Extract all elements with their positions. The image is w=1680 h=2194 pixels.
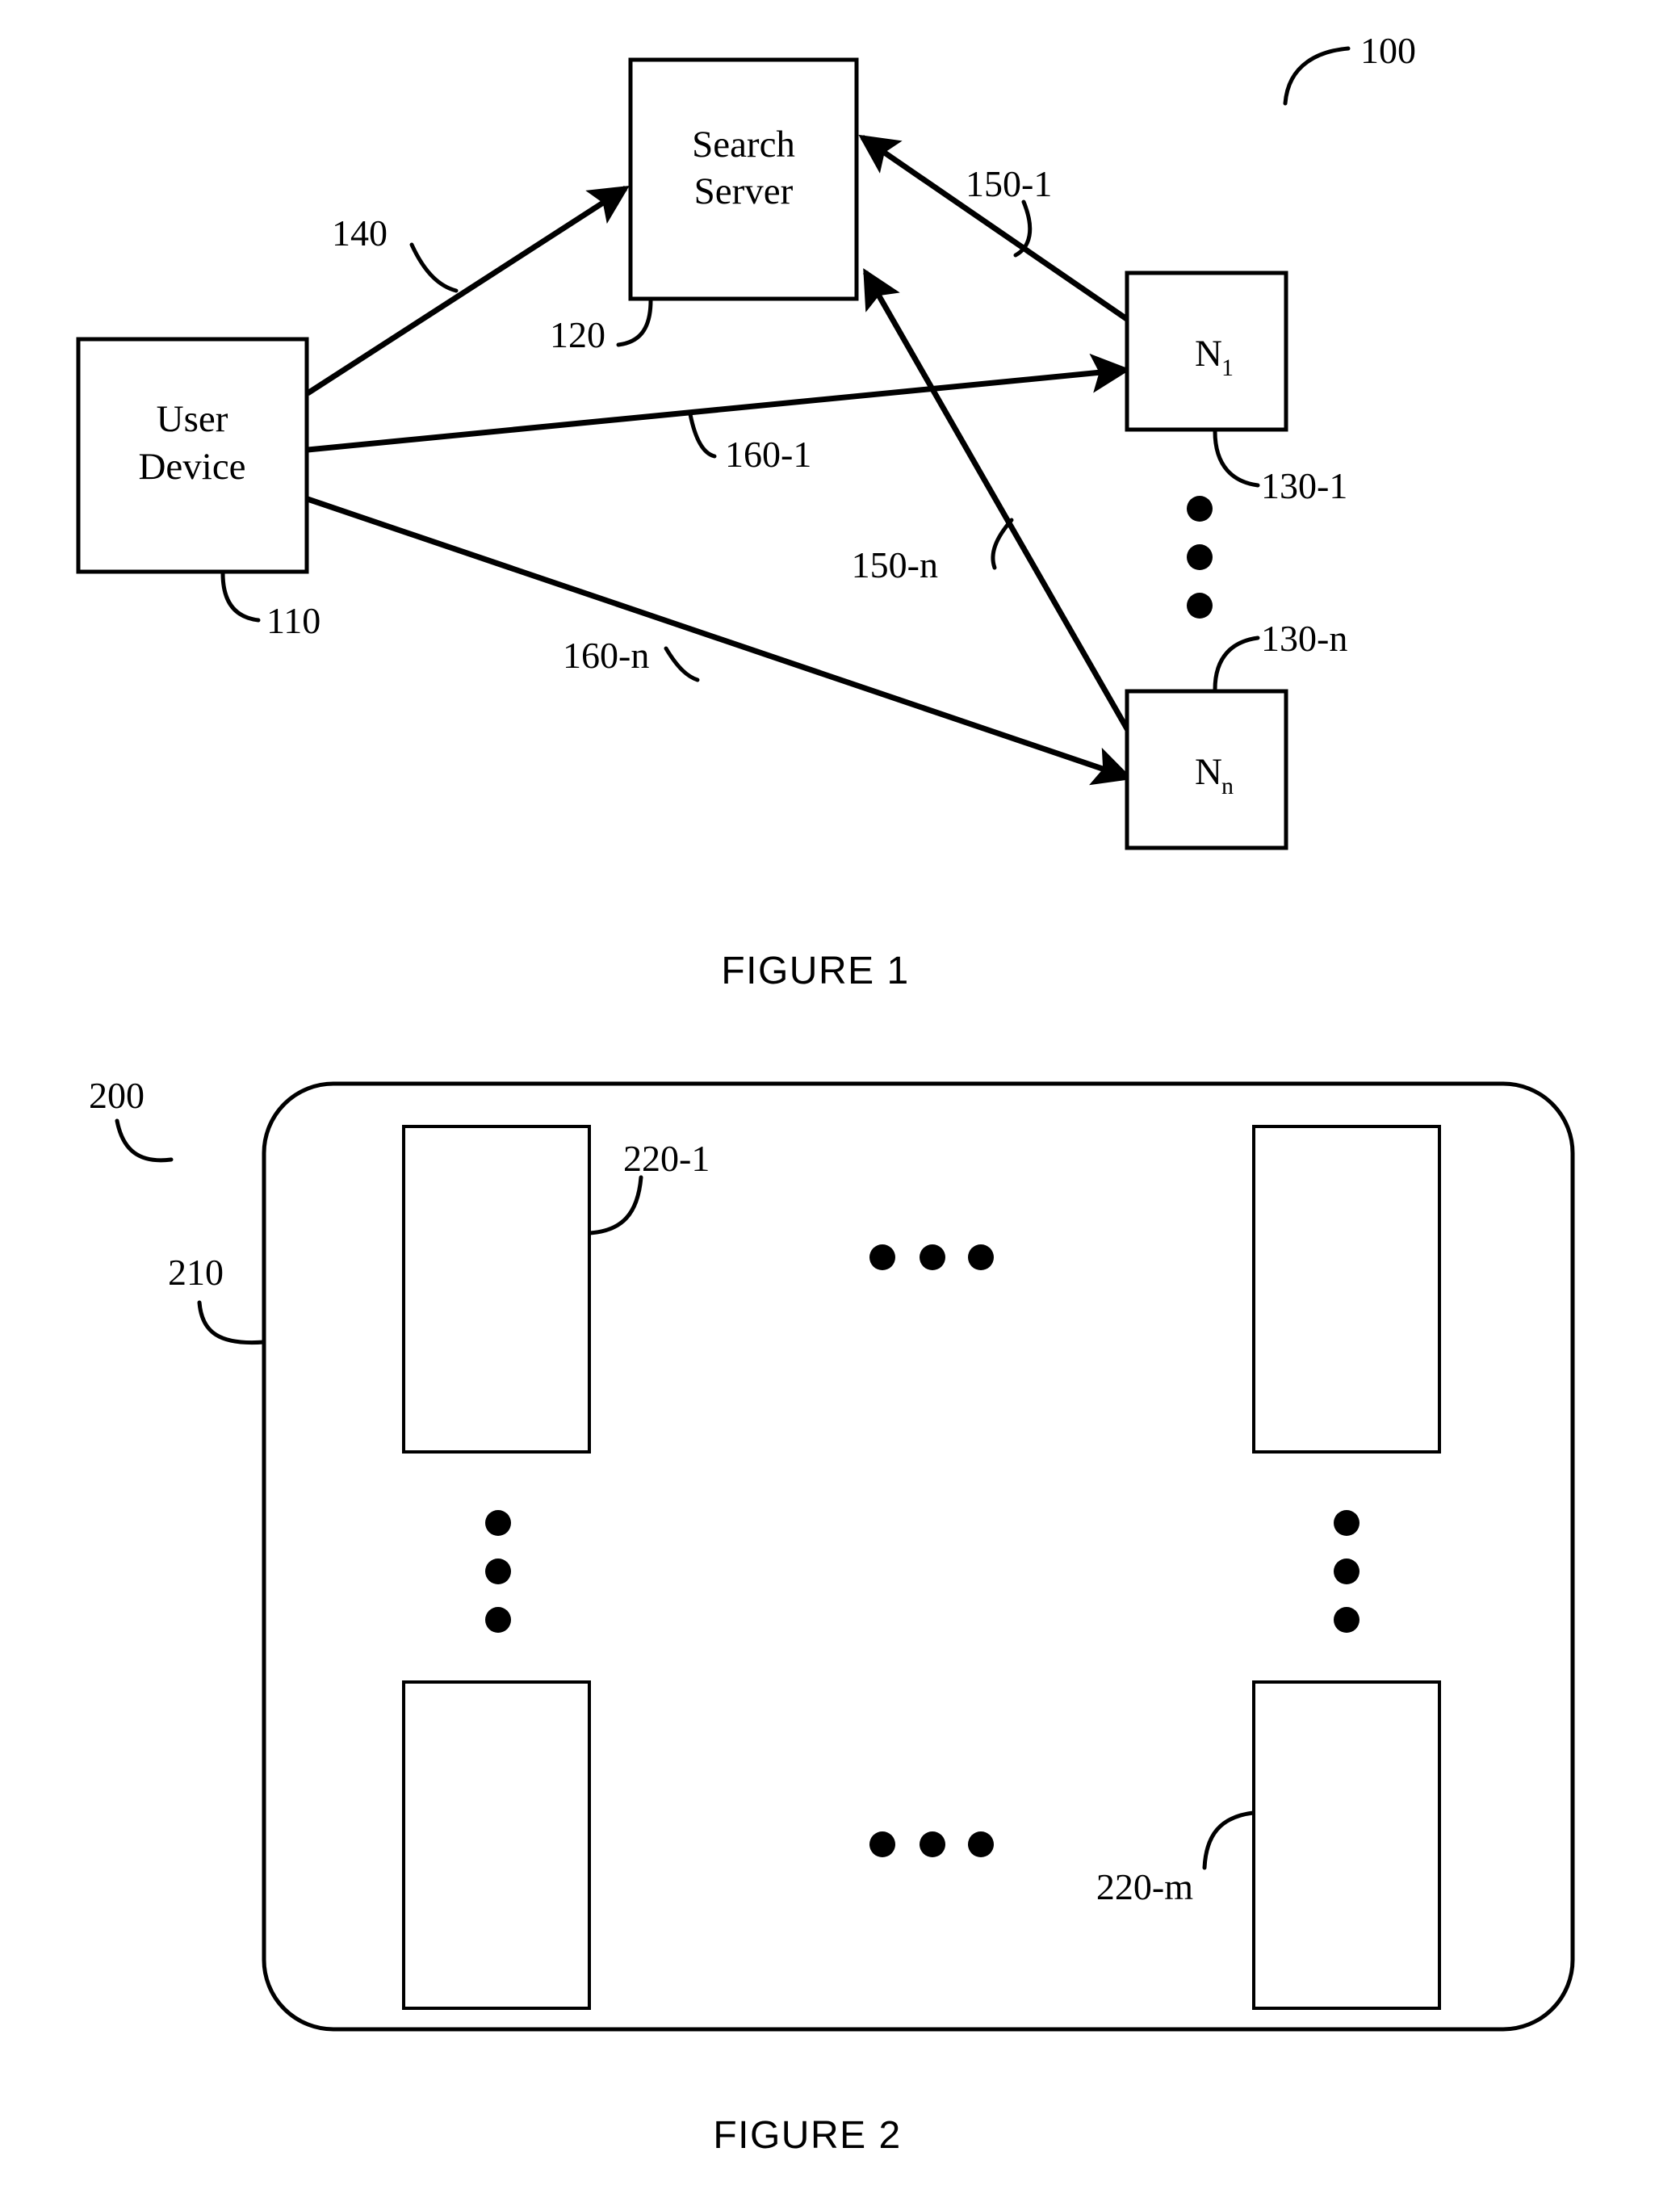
ref-140-label: 140 <box>332 212 388 254</box>
module-bottom-left-box <box>402 1680 591 2010</box>
figure-2-group: 200 210 220-1 220-m FIGURE 2 <box>89 1075 1575 2157</box>
ref-210-label: 210 <box>168 1252 224 1293</box>
connection-160-1-line <box>270 353 1131 473</box>
node-nn-label: N <box>1195 751 1222 793</box>
ellipsis-dot <box>1334 1510 1360 1536</box>
search-server-label-line1: Search <box>692 124 795 166</box>
ellipsis-dot <box>485 1607 511 1633</box>
user-device-label-line2: Device <box>138 446 245 488</box>
ellipsis-dot <box>920 1831 945 1857</box>
fig1-vertical-ellipsis <box>1187 496 1213 619</box>
patent-drawing-sheet: 100 140 150-1 150-n 160-1 160-n Search S… <box>0 0 1680 2194</box>
connection-160-n-line <box>268 468 1133 786</box>
ref-200-label: 200 <box>89 1075 145 1116</box>
figure-1-caption: FIGURE 1 <box>721 950 909 992</box>
node-n1-label: N <box>1195 333 1222 375</box>
ref-160-1-label: 160-1 <box>725 434 811 475</box>
ellipsis-dot <box>869 1831 895 1857</box>
ref-130-n-label: 130-n <box>1261 618 1347 659</box>
search-server-label-line2: Server <box>694 170 794 212</box>
ref-100-leader-line <box>1283 46 1351 106</box>
ellipsis-dot <box>1187 544 1213 570</box>
ellipsis-dot <box>485 1510 511 1536</box>
fig2-right-vertical-ellipsis <box>1334 1510 1360 1633</box>
node-nn-subscript: n <box>1221 773 1234 799</box>
module-top-left-box <box>402 1125 591 1454</box>
ref-130-1-leader-line <box>1213 429 1260 488</box>
ref-120-label: 120 <box>550 314 605 355</box>
fig2-left-vertical-ellipsis <box>485 1510 511 1633</box>
ellipsis-dot <box>1334 1607 1360 1633</box>
ref-150-n-label: 150-n <box>852 544 938 585</box>
ref-110-label: 110 <box>266 600 320 641</box>
ref-110-leader-line <box>220 571 261 623</box>
ellipsis-dot <box>1334 1558 1360 1584</box>
user-device-label-line1: User <box>157 398 228 440</box>
ellipsis-dot <box>968 1244 994 1270</box>
fig2-bottom-horizontal-ellipsis <box>869 1831 994 1857</box>
module-bottom-right-box <box>1252 1680 1441 2010</box>
ref-140-leader-line <box>409 242 459 293</box>
figure-2-caption: FIGURE 2 <box>713 2114 901 2157</box>
ref-200-leader-line <box>115 1118 174 1163</box>
ref-130-n-leader-line <box>1213 636 1260 692</box>
ref-220-m-label: 220-m <box>1096 1866 1193 1907</box>
figure-1-group: 100 140 150-1 150-n 160-1 160-n Search S… <box>76 30 1416 992</box>
ellipsis-dot <box>485 1558 511 1584</box>
ref-160-1-leader-line <box>688 412 717 459</box>
ref-120-leader-line <box>616 298 653 347</box>
ellipsis-dot <box>920 1244 945 1270</box>
ref-220-1-label: 220-1 <box>623 1138 710 1179</box>
ellipsis-dot <box>1187 496 1213 522</box>
ref-150-1-label: 150-1 <box>966 163 1052 204</box>
ellipsis-dot <box>869 1244 895 1270</box>
ellipsis-dot <box>1187 593 1213 619</box>
module-top-right-box <box>1252 1125 1441 1454</box>
ellipsis-dot <box>968 1831 994 1857</box>
drawing-canvas: 100 140 150-1 150-n 160-1 160-n Search S… <box>76 30 1575 2157</box>
ref-100-label: 100 <box>1360 30 1416 71</box>
ref-130-1-label: 130-1 <box>1261 465 1347 506</box>
ref-210-leader-line <box>197 1300 266 1345</box>
ref-160-n-leader-line <box>664 646 700 682</box>
node-n1-subscript: 1 <box>1221 354 1234 381</box>
ref-160-n-label: 160-n <box>563 635 649 676</box>
connection-150-n-line <box>862 268 1132 733</box>
fig2-top-horizontal-ellipsis <box>869 1244 994 1270</box>
